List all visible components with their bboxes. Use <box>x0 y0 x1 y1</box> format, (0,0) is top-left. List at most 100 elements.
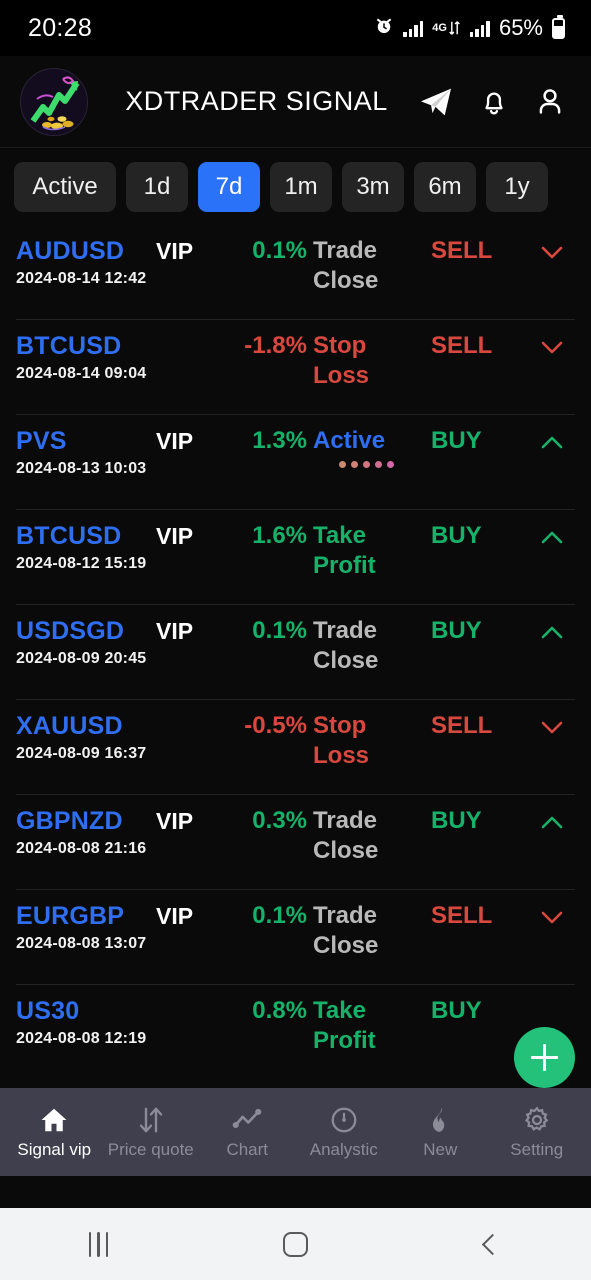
chevron-down-icon[interactable] <box>529 236 575 262</box>
signal-symbol-cell: GBPNZD 2024-08-08 21:16 <box>16 806 156 862</box>
signal-status: Take Profit <box>313 522 376 579</box>
signal-side: BUY <box>431 997 482 1024</box>
app-header: XDTRADER SIGNAL <box>0 56 591 148</box>
filter-chip-1d[interactable]: 1d <box>126 162 188 212</box>
bell-icon[interactable] <box>479 86 509 118</box>
app-screen: 20:28 4G 65% XDTRADER SIGNAL Active 1d 7… <box>0 0 591 1280</box>
home-square-icon[interactable] <box>251 1231 341 1257</box>
add-signal-button[interactable] <box>514 1027 575 1088</box>
signal-percent: 0.8% <box>252 997 307 1024</box>
signal-symbol-cell: USDSGD 2024-08-09 20:45 <box>16 616 156 672</box>
recents-icon[interactable] <box>54 1231 144 1257</box>
signal-symbol: BTCUSD <box>16 522 122 550</box>
gauge-icon <box>329 1105 359 1135</box>
signal-row[interactable]: GBPNZD 2024-08-08 21:16 VIP 0.3% Trade Close… <box>0 794 591 889</box>
page-title: XDTRADER SIGNAL <box>125 86 388 116</box>
signal-bars-icon <box>469 20 490 37</box>
filter-chip-7d[interactable]: 7d <box>198 162 260 212</box>
filter-chip-6m[interactable]: 6m <box>414 162 476 212</box>
signal-datetime: 2024-08-09 16:37 <box>16 745 147 762</box>
signal-datetime: 2024-08-09 20:45 <box>16 650 147 667</box>
signal-datetime: 2024-08-08 12:19 <box>16 1030 147 1047</box>
signal-percent: 1.6% <box>252 522 307 549</box>
nav-item-analystic[interactable]: Analystic <box>296 1105 393 1160</box>
signal-symbol-cell: BTCUSD 2024-08-14 09:04 <box>16 331 156 387</box>
home-icon <box>39 1105 69 1135</box>
signal-side: SELL <box>431 902 493 929</box>
battery-icon <box>552 14 565 39</box>
signal-row[interactable]: EURGBP 2024-08-08 13:07 VIP 0.1% Trade Close… <box>0 889 591 984</box>
signal-symbol-cell: EURGBP 2024-08-08 13:07 <box>16 901 156 957</box>
signal-percent: 0.1% <box>252 617 307 644</box>
chevron-down-icon[interactable] <box>529 901 575 927</box>
signal-side: BUY <box>431 427 482 454</box>
filter-chip-1m[interactable]: 1m <box>270 162 332 212</box>
signal-percent: 0.1% <box>252 237 307 264</box>
chevron-up-icon[interactable] <box>529 616 575 642</box>
signal-side: BUY <box>431 807 482 834</box>
signal-percent: 0.1% <box>252 902 307 929</box>
filter-chip-active[interactable]: Active <box>14 162 116 212</box>
nav-item-new[interactable]: New <box>392 1105 489 1160</box>
signal-symbol-cell: AUDUSD 2024-08-14 12:42 <box>16 236 156 292</box>
nav-item-signal-vip[interactable]: Signal vip <box>6 1105 103 1160</box>
bottom-navigation: Signal vip Price quote Chart Analystic New Se… <box>0 1088 591 1176</box>
chevron-up-icon[interactable] <box>529 521 575 547</box>
status-bar: 20:28 4G 65% <box>0 0 591 56</box>
signal-status: Stop Loss <box>313 712 370 769</box>
nav-item-chart[interactable]: Chart <box>199 1105 296 1160</box>
chevron-down-icon[interactable] <box>529 711 575 737</box>
signal-datetime: 2024-08-08 21:16 <box>16 840 147 857</box>
filter-chip-1y[interactable]: 1y <box>486 162 548 212</box>
signal-symbol: PVS <box>16 427 67 455</box>
chevron-up-icon[interactable] <box>529 806 575 832</box>
nav-item-label: Analystic <box>309 1139 378 1159</box>
signal-percent: 0.3% <box>252 807 307 834</box>
signal-percent: 1.3% <box>252 427 307 454</box>
header-actions <box>419 86 569 118</box>
filter-chip-3m[interactable]: 3m <box>342 162 404 212</box>
signal-datetime: 2024-08-08 13:07 <box>16 935 147 952</box>
no-chevron <box>529 996 575 1002</box>
profile-icon[interactable] <box>535 86 565 118</box>
signal-row[interactable]: XAUUSD 2024-08-09 16:37 -0.5% Stop Loss SELL <box>0 699 591 794</box>
nav-item-price-quote[interactable]: Price quote <box>103 1105 200 1160</box>
signal-row[interactable]: US30 2024-08-08 12:19 0.8% Take Profit BUY <box>0 984 591 1079</box>
vip-badge: VIP <box>156 238 194 264</box>
signal-side: SELL <box>431 332 493 359</box>
nav-item-setting[interactable]: Setting <box>489 1105 586 1160</box>
signal-status: Take Profit <box>313 997 376 1054</box>
signal-symbol-cell: PVS 2024-08-13 10:03 <box>16 426 156 482</box>
signal-row[interactable]: PVS 2024-08-13 10:03 VIP 1.3% Active BUY <box>0 414 591 509</box>
signal-bars-icon <box>403 20 424 37</box>
signal-status: Trade Close <box>313 902 379 959</box>
loading-dots-icon <box>311 461 421 468</box>
chevron-down-icon[interactable] <box>529 331 575 357</box>
signal-status: Trade Close <box>313 237 379 294</box>
signal-row[interactable]: USDSGD 2024-08-09 20:45 VIP 0.1% Trade Close… <box>0 604 591 699</box>
chevron-up-icon[interactable] <box>529 426 575 452</box>
4g-data-icon: 4G <box>432 19 461 37</box>
status-indicators: 4G 65% <box>374 14 565 41</box>
android-system-nav <box>0 1208 591 1280</box>
signal-status: Trade Close <box>313 807 379 864</box>
signal-row[interactable]: AUDUSD 2024-08-14 12:42 VIP 0.1% Trade Close… <box>0 224 591 319</box>
signal-symbol: USDSGD <box>16 617 125 645</box>
vip-badge: VIP <box>156 428 194 454</box>
xdtrader-logo <box>20 67 88 136</box>
signal-row[interactable]: BTCUSD 2024-08-12 15:19 VIP 1.6% Take Profit… <box>0 509 591 604</box>
back-icon[interactable] <box>448 1233 538 1255</box>
vip-badge: VIP <box>156 808 194 834</box>
signal-datetime: 2024-08-14 09:04 <box>16 365 147 382</box>
signal-symbol-cell: US30 2024-08-08 12:19 <box>16 996 156 1052</box>
telegram-icon[interactable] <box>419 87 453 117</box>
signal-row[interactable]: BTCUSD 2024-08-14 09:04 -1.8% Stop Loss SELL <box>0 319 591 414</box>
signal-datetime: 2024-08-12 15:19 <box>16 555 147 572</box>
signal-status: Trade Close <box>313 617 379 674</box>
battery-percent: 65% <box>498 15 543 40</box>
signal-side: BUY <box>431 522 482 549</box>
alarm-icon <box>374 16 394 41</box>
nav-item-label: New <box>423 1139 458 1159</box>
nav-item-label: Signal vip <box>17 1139 92 1159</box>
line-chart-icon <box>232 1105 262 1135</box>
